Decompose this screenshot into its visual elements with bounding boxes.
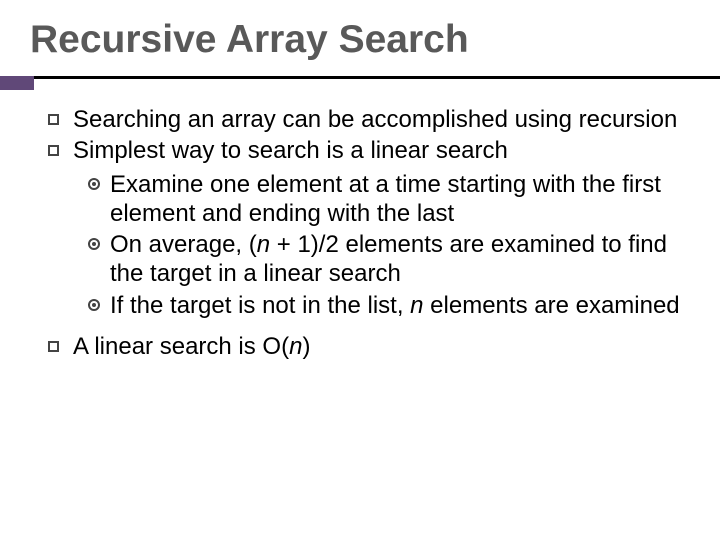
slide-title: Recursive Array Search <box>0 18 720 62</box>
horizontal-rule <box>0 76 720 79</box>
italic-n: n <box>289 333 302 360</box>
sub-bullet-text: If the target is not in the list, n elem… <box>110 291 690 320</box>
text-run: elements are examined <box>424 292 680 319</box>
title-rule <box>0 76 720 79</box>
target-bullet-icon <box>88 238 100 250</box>
italic-n: n <box>410 292 423 319</box>
slide-body: Searching an array can be accomplished u… <box>0 79 720 361</box>
text-run: ) <box>302 333 310 360</box>
sub-bullet-3: If the target is not in the list, n elem… <box>88 291 690 320</box>
sub-bullet-text: On average, (n + 1)/2 elements are exami… <box>110 230 690 289</box>
bullet-3: A linear search is O(n) <box>48 332 690 361</box>
sub-bullet-text: Examine one element at a time starting w… <box>110 170 690 229</box>
text-run: Examine one element at a time starting w… <box>110 171 661 227</box>
target-bullet-icon <box>88 299 100 311</box>
square-bullet-icon <box>48 114 59 125</box>
text-run: If the target is not in the list, <box>110 292 410 319</box>
target-bullet-icon <box>88 178 100 190</box>
bullet-2: Simplest way to search is a linear searc… <box>48 136 690 165</box>
text-run: A linear search is O( <box>73 333 289 360</box>
sub-bullet-1: Examine one element at a time starting w… <box>88 170 690 229</box>
accent-block <box>0 76 34 90</box>
slide: Recursive Array Search Searching an arra… <box>0 0 720 540</box>
bullet-text: Simplest way to search is a linear searc… <box>73 136 690 165</box>
sub-bullets: Examine one element at a time starting w… <box>48 170 690 320</box>
sub-bullet-2: On average, (n + 1)/2 elements are exami… <box>88 230 690 289</box>
bullet-text: A linear search is O(n) <box>73 332 690 361</box>
square-bullet-icon <box>48 145 59 156</box>
bullet-1: Searching an array can be accomplished u… <box>48 105 690 134</box>
square-bullet-icon <box>48 341 59 352</box>
text-run: On average, ( <box>110 231 257 258</box>
italic-n: n <box>257 231 270 258</box>
bullet-text: Searching an array can be accomplished u… <box>73 105 690 134</box>
spacer <box>48 322 690 332</box>
